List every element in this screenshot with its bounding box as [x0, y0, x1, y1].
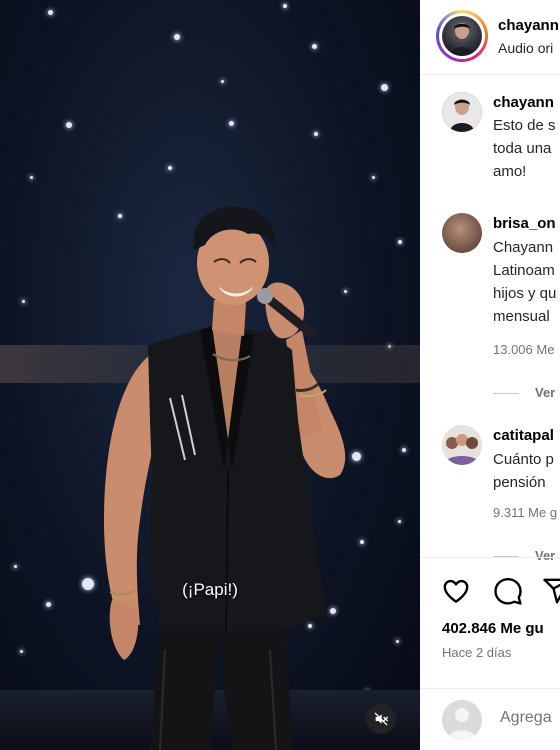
comment-button[interactable]: [493, 576, 523, 611]
comment-avatar[interactable]: [442, 425, 482, 465]
comment-meta[interactable]: 9.311 Me g: [493, 505, 557, 520]
divider: [420, 557, 560, 558]
share-icon: [543, 578, 560, 604]
divider: [420, 688, 560, 689]
add-comment-input[interactable]: [498, 708, 560, 728]
caption-line: Esto de s: [493, 117, 556, 134]
post-details-panel: chayann Audio ori chayann Esto de s toda…: [420, 0, 560, 750]
comment-line: mensual: [493, 308, 550, 325]
video-player[interactable]: (¡Papi!): [0, 0, 420, 750]
mute-button[interactable]: [366, 704, 396, 734]
view-replies-button[interactable]: Ver: [493, 548, 555, 563]
avatar-silhouette: [450, 23, 474, 56]
default-avatar-icon: [442, 700, 482, 740]
comment-line: pensión: [493, 474, 546, 491]
comment-icon: [494, 577, 522, 605]
video-subtitle: (¡Papi!): [182, 580, 238, 599]
singer-figure: [104, 206, 346, 750]
comment-line: Cuánto p: [493, 451, 554, 468]
header-username[interactable]: chayann: [498, 17, 559, 34]
likes-count[interactable]: 402.846 Me gu: [442, 620, 544, 637]
post-header: chayann Audio ori: [420, 0, 560, 75]
comment-username[interactable]: brisa_on: [493, 215, 556, 232]
comment-avatar[interactable]: [442, 213, 482, 253]
caption-username[interactable]: chayann: [493, 94, 554, 111]
comment-username[interactable]: catitapal: [493, 427, 554, 444]
share-button[interactable]: [542, 576, 560, 611]
caption-line: toda una: [493, 140, 552, 157]
comment-line: hijos y qu: [493, 285, 557, 302]
post-timestamp[interactable]: Hace 2 días: [442, 645, 511, 660]
comment-line: Chayann: [493, 239, 554, 256]
speaker-muted-icon: [374, 712, 389, 726]
caption-avatar[interactable]: [442, 92, 482, 132]
audio-label[interactable]: Audio ori: [498, 40, 553, 56]
comment-meta[interactable]: 13.006 Me: [493, 342, 554, 357]
comment-line: Latinoam: [493, 262, 555, 279]
view-replies-button[interactable]: Ver: [493, 385, 555, 400]
group-photo: [442, 425, 482, 465]
like-button[interactable]: [441, 576, 471, 611]
story-ring[interactable]: [436, 10, 488, 62]
avatar[interactable]: [442, 16, 482, 56]
caption-line: amo!: [493, 163, 527, 180]
avatar-silhouette: [442, 92, 482, 132]
current-user-avatar: [442, 700, 482, 740]
heart-icon: [443, 579, 469, 603]
